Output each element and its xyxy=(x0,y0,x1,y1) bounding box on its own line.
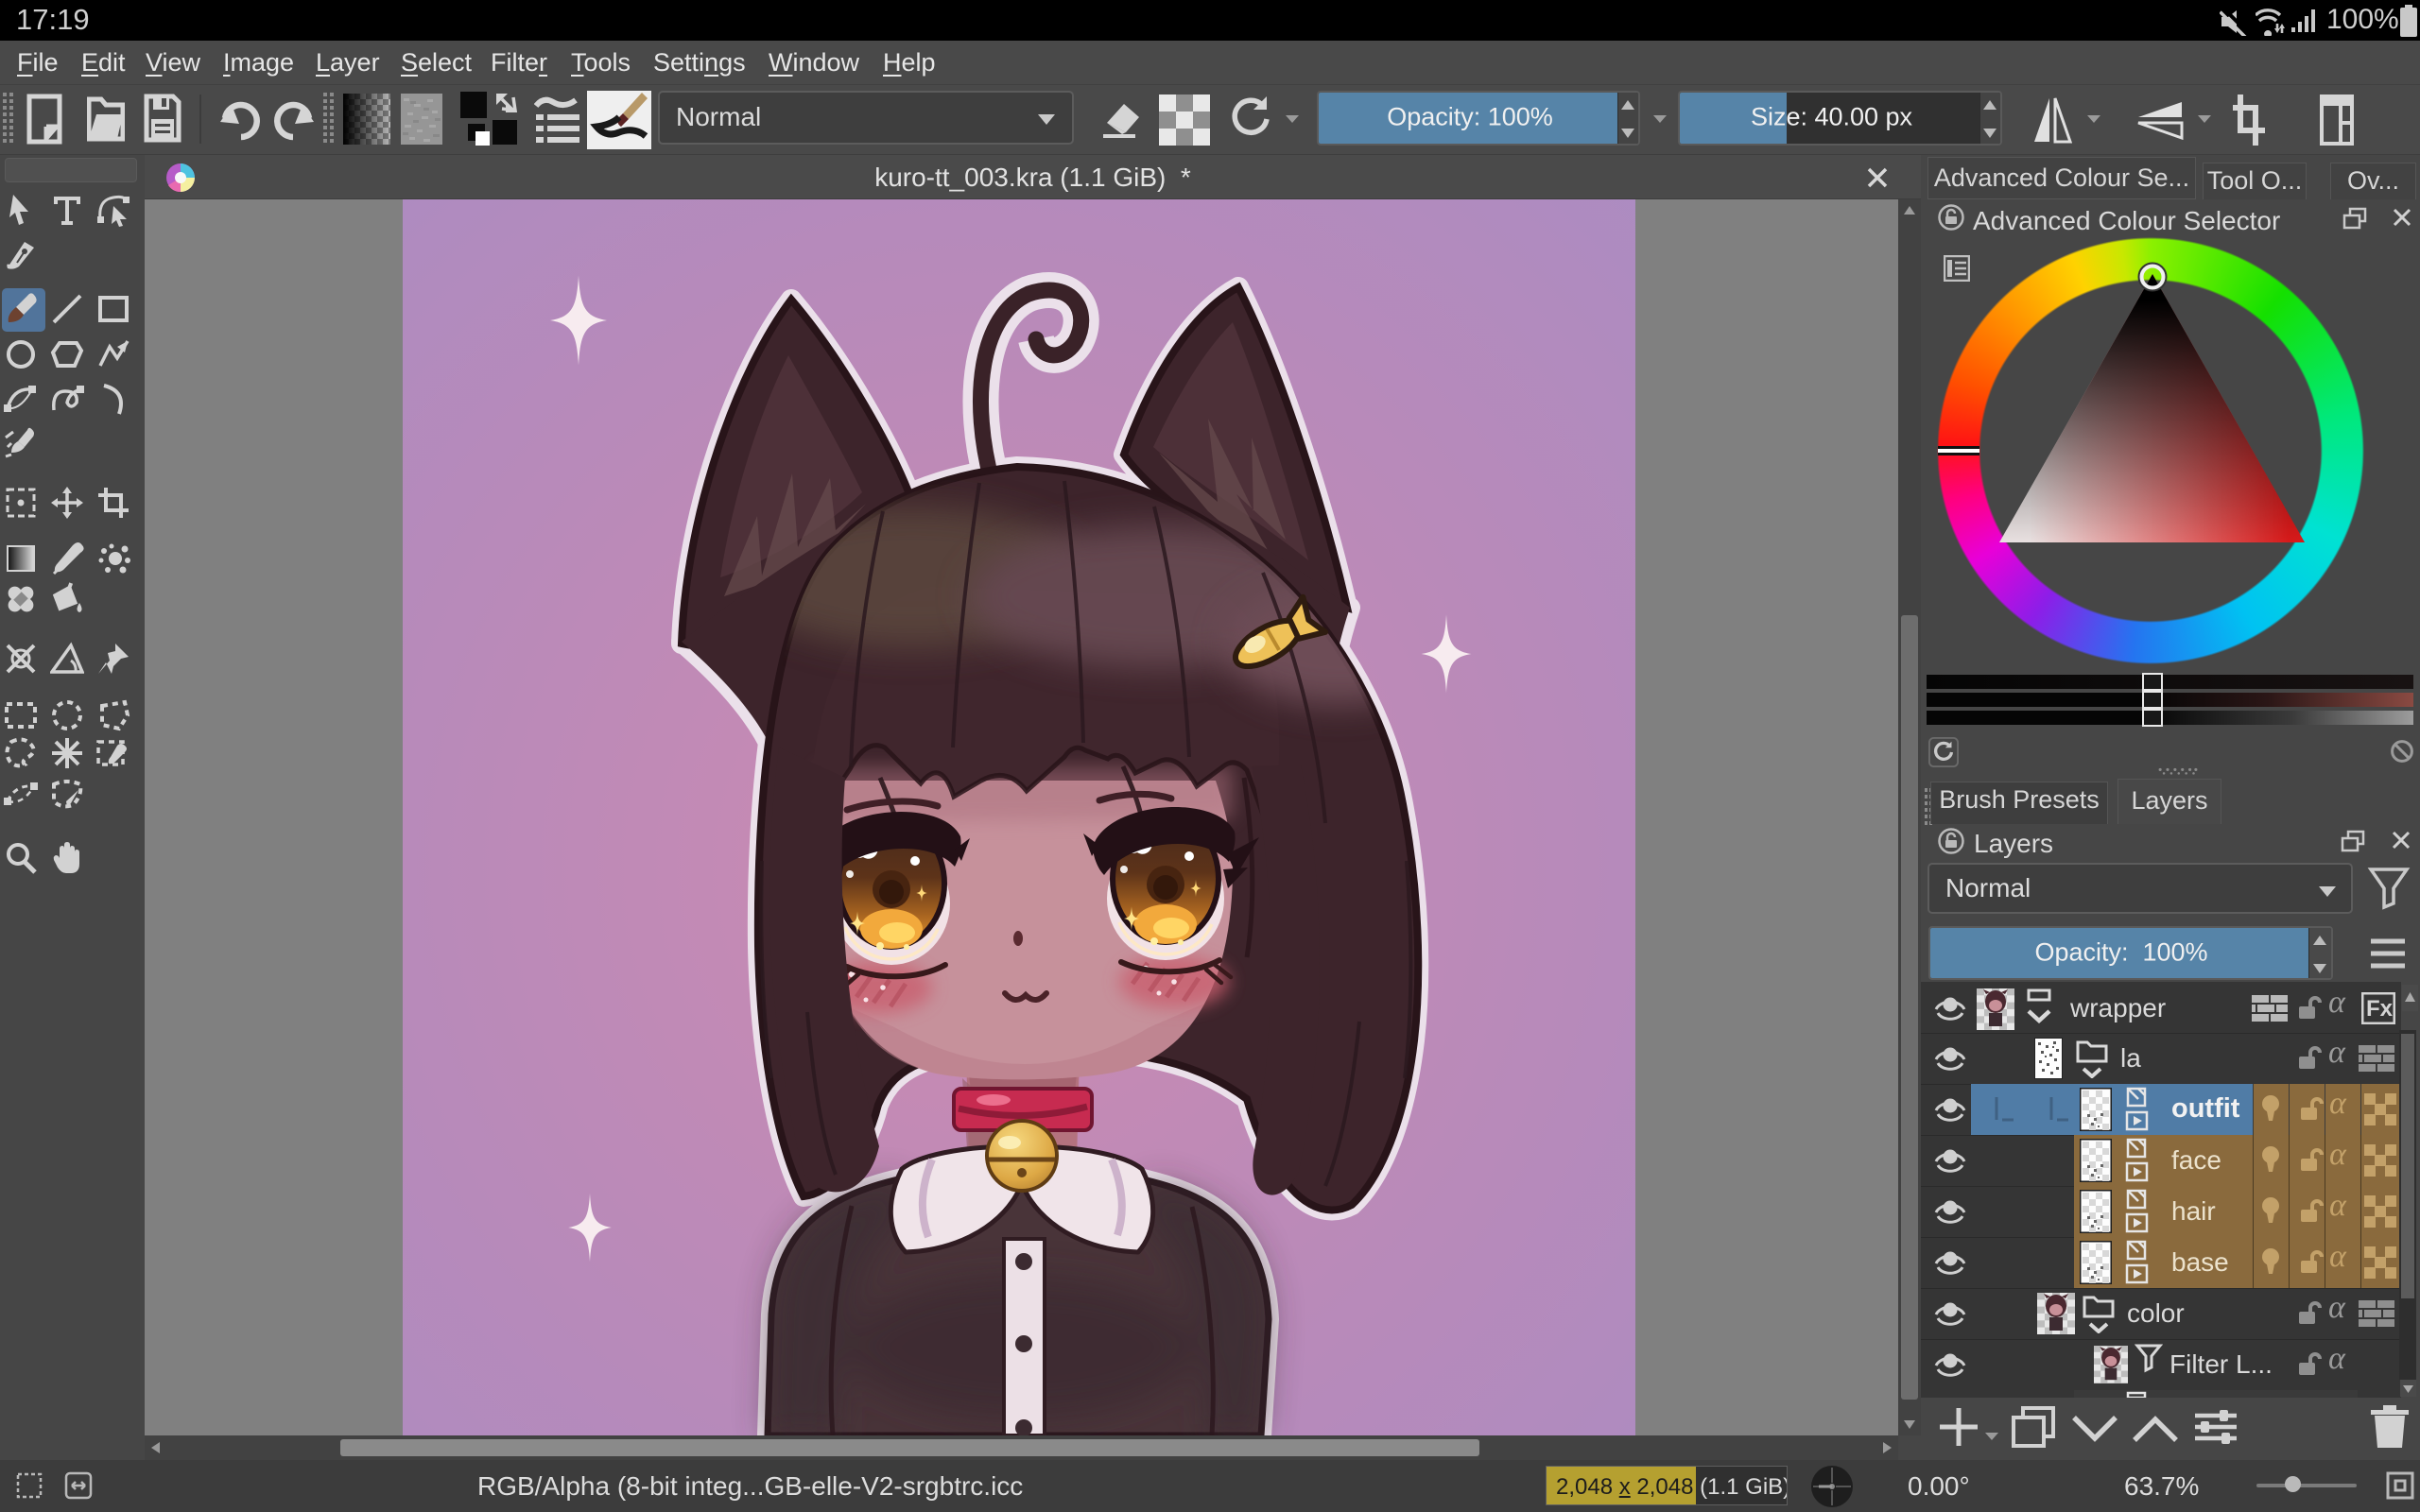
svg-text:Fx: Fx xyxy=(2366,996,2394,1022)
